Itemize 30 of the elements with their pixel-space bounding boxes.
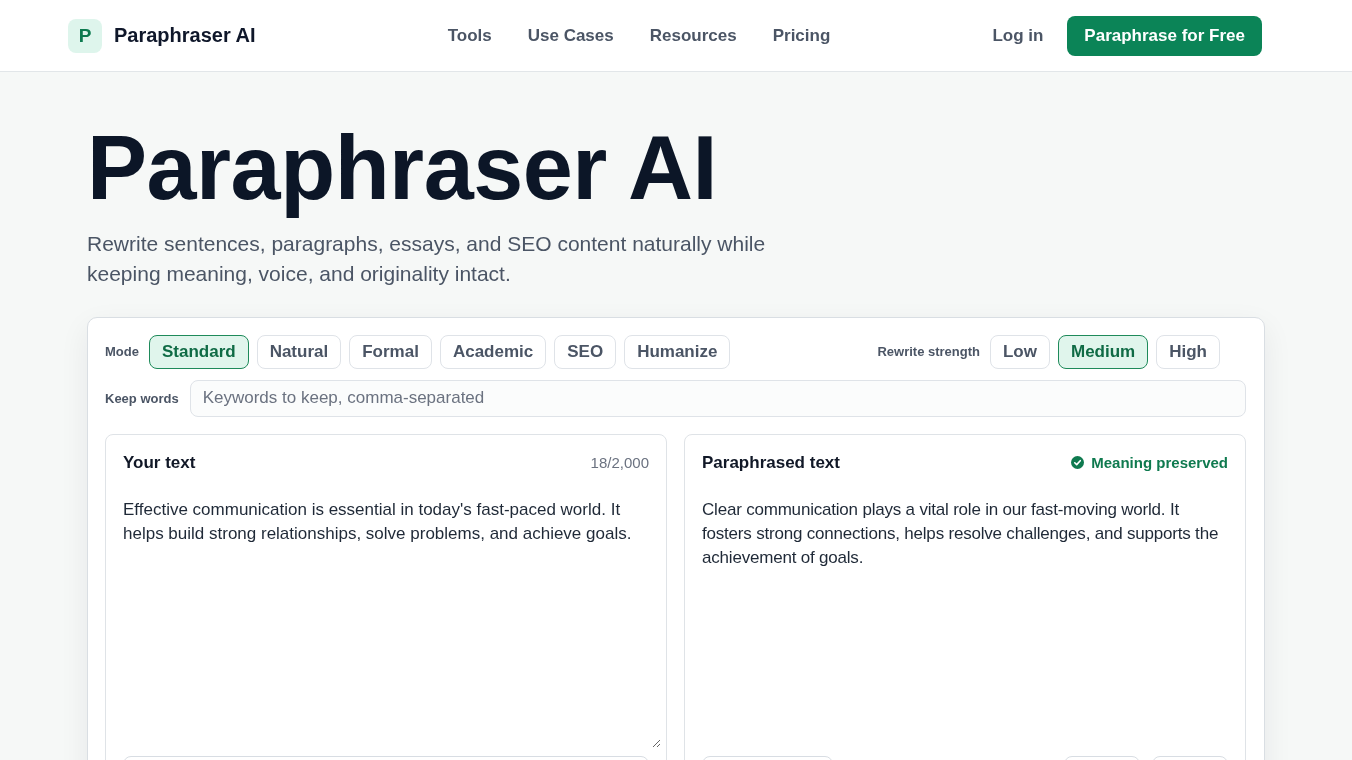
nav-link[interactable]: Tools — [447, 25, 492, 46]
strength-label: Rewrite strength — [877, 344, 980, 359]
cta-button[interactable]: Paraphrase for Free — [1067, 15, 1262, 56]
login-link[interactable]: Log in — [992, 25, 1044, 46]
input-panel[interactable]: Your text 18/2,000 Effective communication is essential in today's fast-paced world. It helps build strong relationships, solve problems, and achieve goals. — [105, 433, 667, 760]
strength-chip[interactable]: Low — [990, 334, 1050, 369]
mode-chip[interactable]: Humanize — [624, 334, 731, 369]
mode-chip[interactable]: Standard — [148, 334, 249, 369]
paraphrased-text: Clear communication plays a vital role in our fast-moving world. It fosters strong connections, helps resolve challenges, and supports the achievement of goals. — [702, 498, 1220, 569]
nav-link[interactable]: Use Cases — [527, 25, 614, 46]
logo-mark[interactable]: P — [68, 18, 102, 53]
keep-words-field[interactable]: Keywords to keep, comma-separated — [189, 379, 1246, 417]
keep-words-label: Keep words — [105, 390, 179, 406]
mode-label: Mode — [105, 344, 139, 359]
mode-chip[interactable]: SEO — [554, 334, 617, 369]
strength-chip[interactable]: High — [1156, 334, 1220, 369]
page-title: Paraphraser AI — [87, 117, 717, 220]
mode-chip[interactable]: Natural — [256, 334, 342, 369]
nav-link[interactable]: Resources — [649, 25, 737, 46]
status-label: Meaning preserved — [1091, 454, 1228, 471]
page-subtitle: Rewrite sentences, paragraphs, essays, and SEO content naturally while keeping meaning, voice, and originality intact. — [87, 230, 767, 287]
brand-name[interactable]: Paraphraser AI — [114, 24, 256, 47]
nav-link[interactable]: Pricing — [772, 25, 831, 46]
panel-title: Your text — [123, 452, 196, 473]
mode-chip[interactable]: Formal — [349, 334, 432, 369]
strength-chip[interactable]: Medium — [1058, 334, 1149, 369]
panel-title: Paraphrased text — [702, 452, 840, 473]
check-circle-icon — [1071, 456, 1085, 469]
mode-chip[interactable]: Academic — [439, 334, 547, 369]
character-count: 18/2,000 — [590, 454, 649, 471]
